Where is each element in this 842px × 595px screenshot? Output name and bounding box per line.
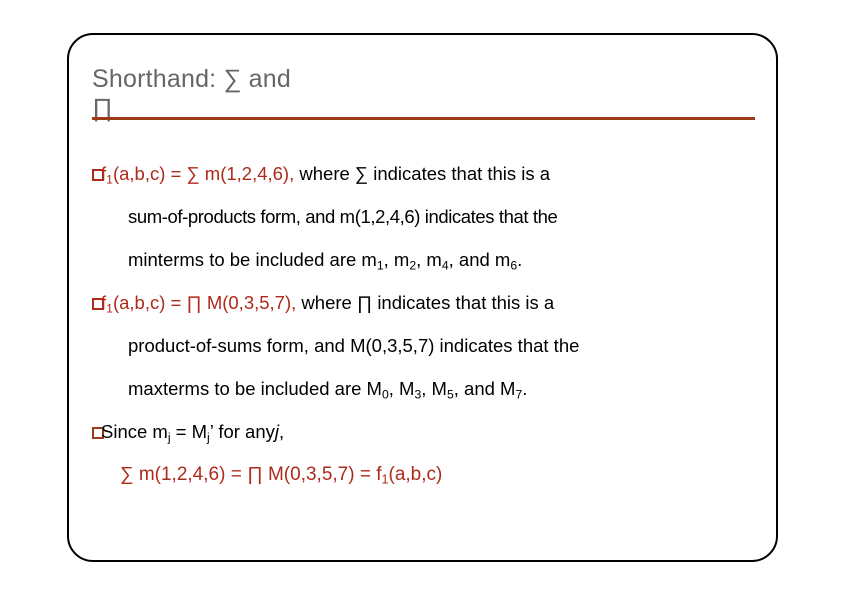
sop-minterms-mid1: , m (383, 249, 410, 270)
final-equation-main: ∑ m(1,2,4,6) = ∏ M(0,3,5,7) = f (120, 464, 382, 485)
sop-line-1-black: where ∑ indicates that this is a (299, 163, 551, 184)
page-title: Shorthand: ∑ and (92, 65, 291, 93)
pos-maxterms-mid3: , and M (453, 378, 516, 399)
bullet-sop: f1(a,b,c) = ∑ m(1,2,4,6), where ∑ indica… (92, 152, 764, 281)
duality-prefix: Since m (101, 421, 168, 442)
sop-line-3: minterms to be included are m1, m2, m4, … (92, 238, 764, 281)
final-equation-tail: (a,b,c) (388, 464, 443, 485)
sop-fn-expression: (a,b,c) = ∑ m(1,2,4,6), (112, 163, 295, 184)
duality-mid1: = M (170, 421, 208, 442)
sop-fn-subscript: 1 (106, 172, 113, 187)
title-block: Shorthand: ∑ and (92, 60, 752, 98)
duality-mid2: ’ for any (209, 421, 275, 442)
pos-fn-subscript: 1 (106, 301, 113, 316)
final-equation-subscript: 1 (381, 472, 389, 487)
sop-minterms-suffix: . (517, 249, 523, 270)
pos-maxterms-prefix: maxterms to be included are M (128, 378, 382, 399)
pos-maxterm-5: 5 (446, 387, 454, 402)
duality-suffix: , (279, 421, 285, 442)
pos-maxterms-suffix: . (522, 378, 528, 399)
slide-body: f1(a,b,c) = ∑ m(1,2,4,6), where ∑ indica… (92, 152, 764, 496)
pos-line-1-black: where ∏ indicates that this is a (301, 292, 555, 313)
bullet-pos: f1(a,b,c) = ∏ M(0,3,5,7), where ∏ indica… (92, 281, 764, 410)
bullet-duality: Since mj = Mj’ for anyj, ∑ m(1,2,4,6) = … (92, 410, 764, 496)
pos-maxterms-mid1: , M (388, 378, 415, 399)
title-divider-rule (92, 117, 755, 120)
pos-fn-expression: (a,b,c) = ∏ M(0,3,5,7), (112, 292, 297, 313)
pos-line-1: f1(a,b,c) = ∏ M(0,3,5,7), where ∏ indica… (92, 281, 764, 324)
sop-minterm-4: 4 (441, 258, 449, 273)
sop-line-2: sum-of-products form, and m(1,2,4,6) ind… (128, 206, 558, 227)
slide-canvas: Shorthand: ∑ and ∏ f1(a,b,c) = ∑ m(1,2,4… (0, 0, 842, 595)
duality-line-1: Since mj = Mj’ for anyj, (92, 410, 764, 453)
sop-minterms-prefix: minterms to be included are m (128, 249, 377, 270)
final-equation: ∑ m(1,2,4,6) = ∏ M(0,3,5,7) = f1(a,b,c) (92, 453, 764, 496)
pos-line-2: product-of-sums form, and M(0,3,5,7) ind… (128, 335, 580, 356)
sop-minterms-mid3: , and m (448, 249, 511, 270)
sop-minterm-1: 1 (376, 258, 384, 273)
pos-line-3: maxterms to be included are M0, M3, M5, … (92, 367, 764, 410)
sop-minterms-mid2: , m (416, 249, 442, 270)
sop-line-1: f1(a,b,c) = ∑ m(1,2,4,6), where ∑ indica… (92, 152, 764, 195)
pos-maxterm-0: 0 (381, 387, 389, 402)
pos-maxterms-mid2: , M (421, 378, 447, 399)
